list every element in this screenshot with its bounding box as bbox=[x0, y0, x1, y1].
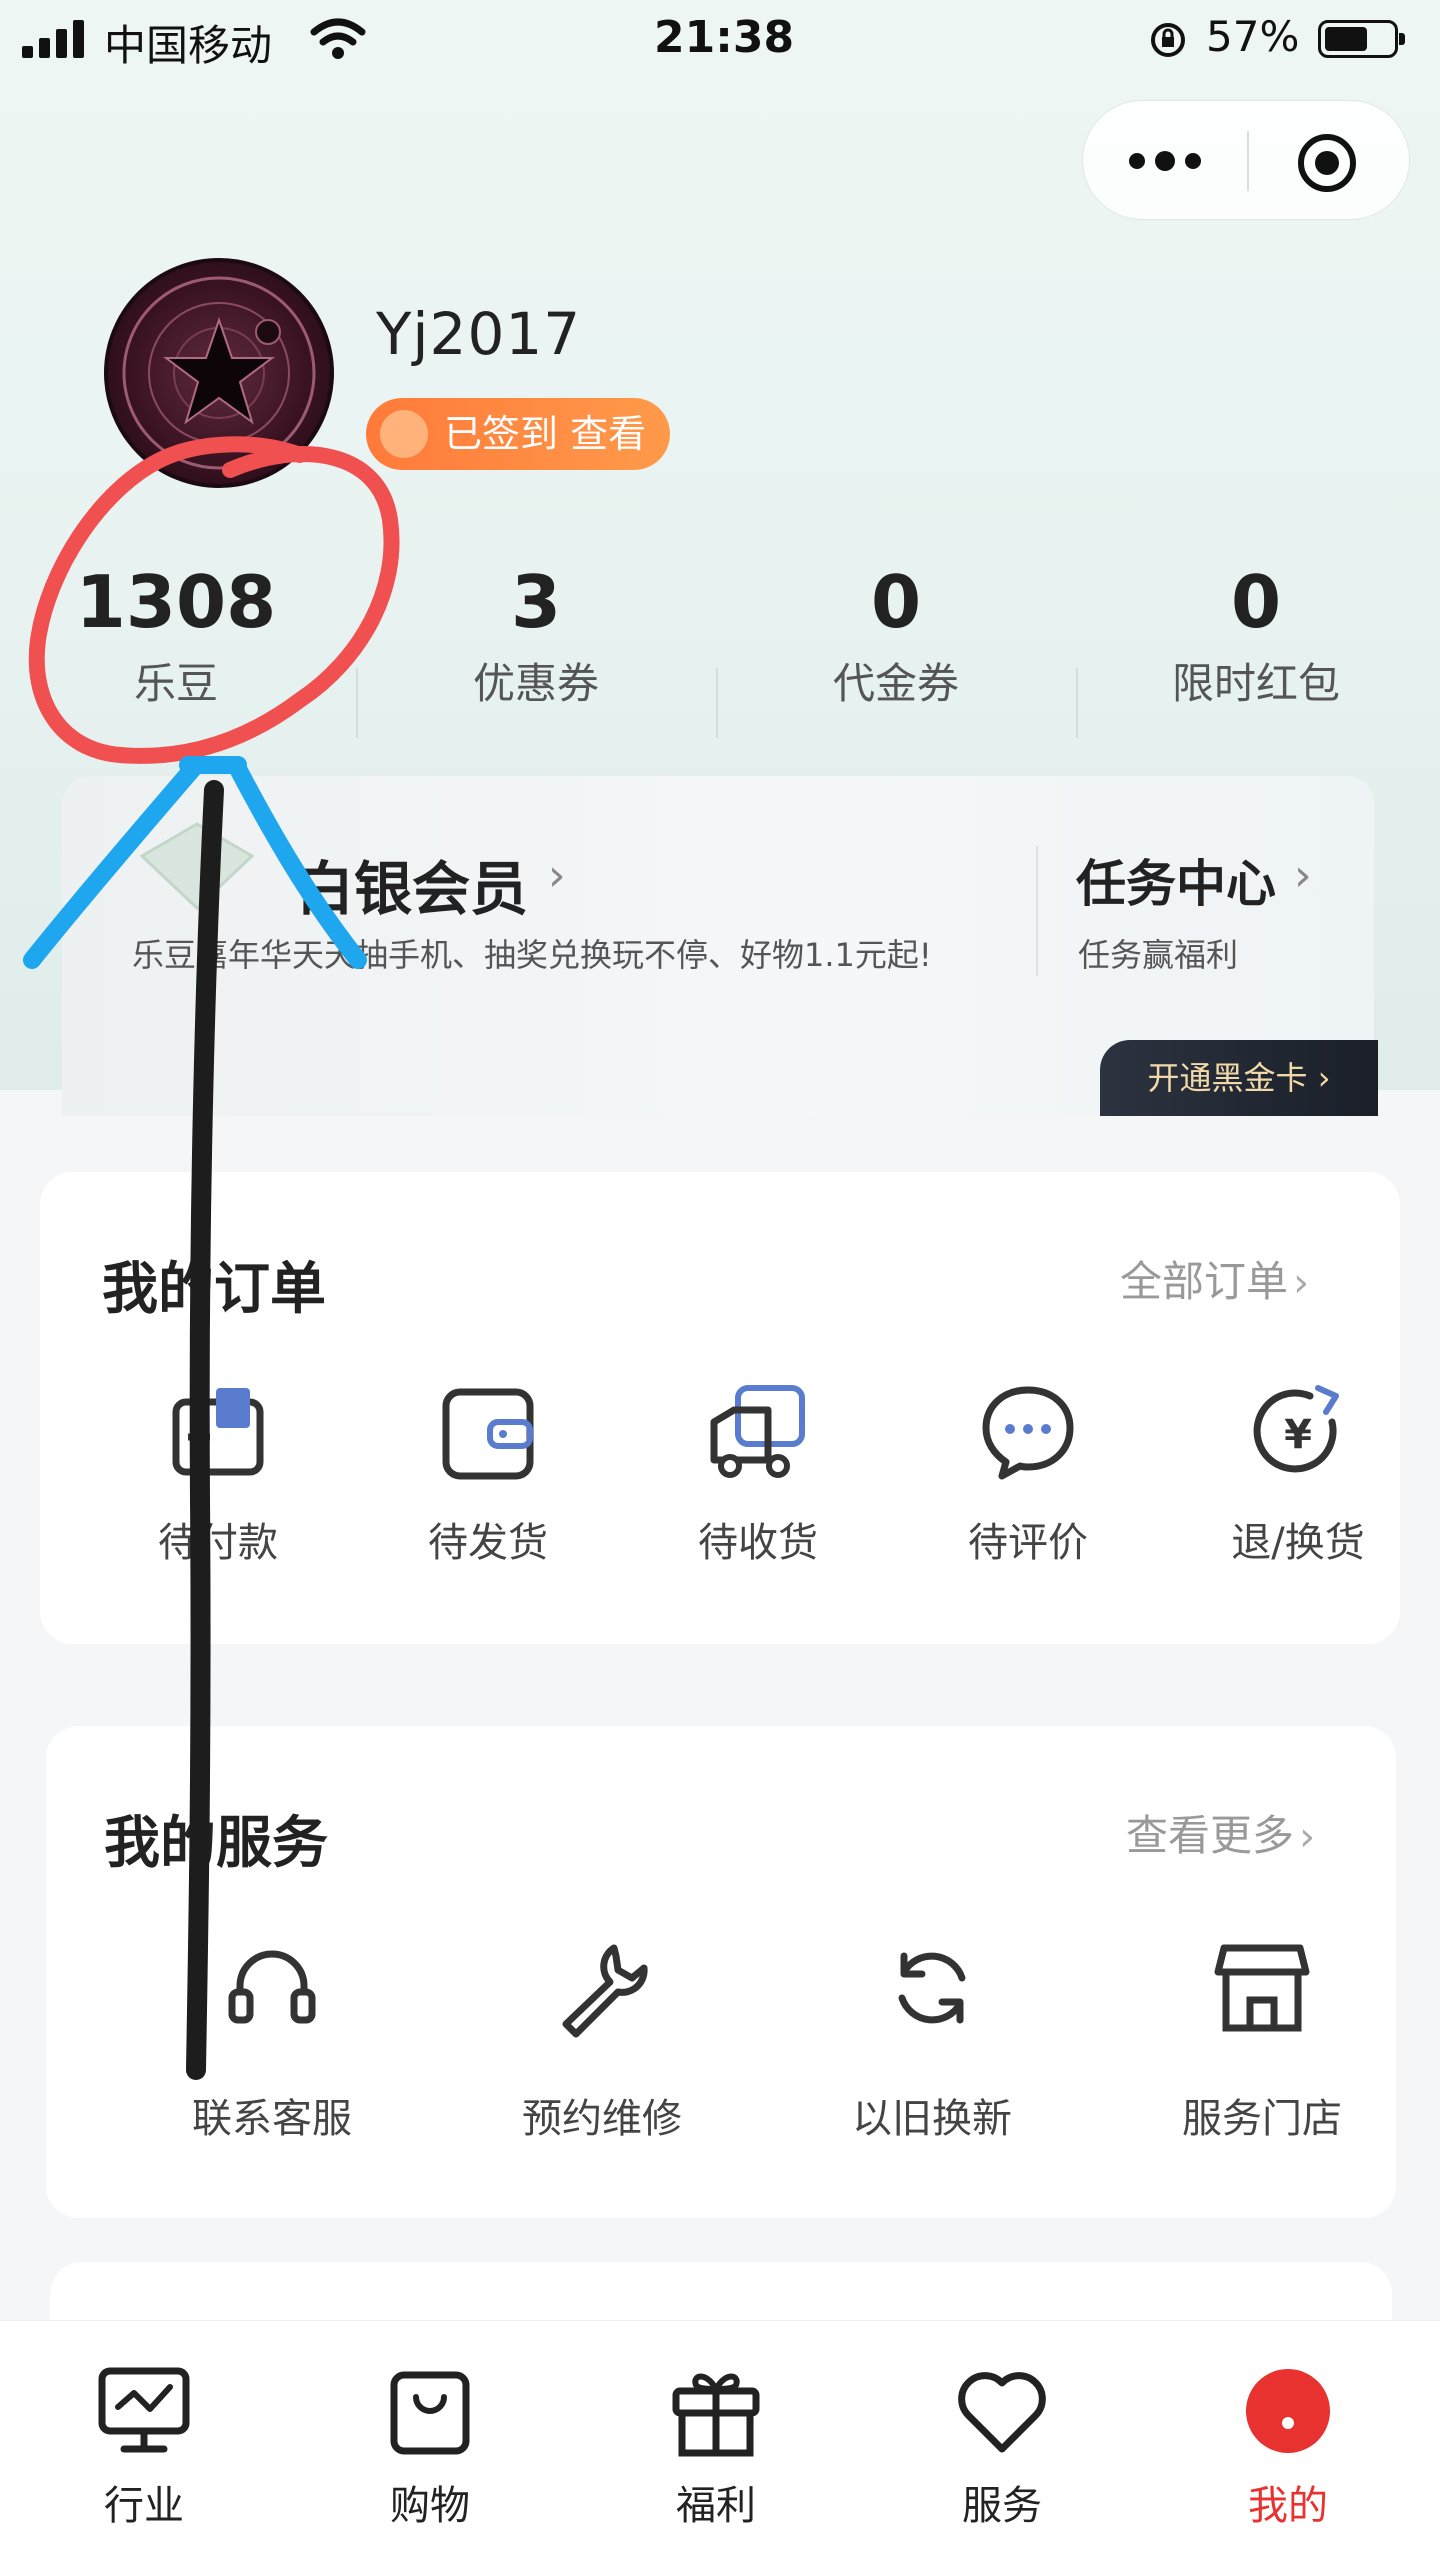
all-orders-label: 全部订单 bbox=[1120, 1257, 1289, 1306]
shopping-bag-icon bbox=[390, 2371, 470, 2455]
stat-label: 限时红包 bbox=[1171, 659, 1340, 708]
service-item-label: 服务门店 bbox=[1182, 2096, 1342, 2142]
tab-industry[interactable]: 行业 bbox=[44, 2361, 244, 2541]
signal-icon bbox=[22, 20, 84, 58]
delivery-truck-icon bbox=[710, 1385, 805, 1478]
magic-circle-icon bbox=[122, 276, 316, 470]
stat-label: 优惠券 bbox=[472, 659, 599, 708]
stat-value: 1308 bbox=[75, 560, 277, 644]
member-chevron-icon: › bbox=[548, 850, 566, 901]
miniprogram-capsule bbox=[1082, 100, 1410, 220]
member-badge-icon bbox=[139, 822, 255, 911]
carrier-name: 中国移动 bbox=[104, 21, 273, 70]
stat-coupons[interactable]: 3 优惠券 bbox=[386, 560, 686, 740]
avatar[interactable] bbox=[104, 258, 334, 488]
signin-label: 已签到 查看 bbox=[444, 412, 647, 456]
tab-label: 行业 bbox=[104, 2483, 184, 2529]
comment-icon bbox=[982, 1386, 1074, 1480]
svg-text:¥: ¥ bbox=[1284, 1412, 1312, 1458]
member-promo-text: 乐豆嘉年华天天抽手机、抽奖兑换玩不停、好物1.1元起! bbox=[132, 936, 932, 974]
tab-shopping[interactable]: 购物 bbox=[330, 2361, 530, 2541]
service-item-label: 预约维修 bbox=[522, 2096, 682, 2142]
order-item-label: 待发货 bbox=[428, 1520, 548, 1566]
tab-service[interactable]: 服务 bbox=[902, 2361, 1102, 2541]
status-bar: 中国移动 21:38 57% bbox=[0, 0, 1440, 80]
stat-divider bbox=[356, 668, 358, 738]
refresh-icon bbox=[898, 1952, 966, 2024]
chevron-right-icon: › bbox=[1299, 1814, 1316, 1860]
stat-value: 0 bbox=[870, 560, 922, 644]
order-item-label: 待收货 bbox=[698, 1520, 818, 1566]
orders-card: 我的订单 全部订单 › 待付款 待发货 待收货 待评价 ¥ 退/换货 bbox=[40, 1172, 1400, 1644]
tab-label: 购物 bbox=[390, 2483, 470, 2529]
tab-welfare[interactable]: 福利 bbox=[616, 2361, 816, 2541]
order-pending-review[interactable]: 待评价 bbox=[908, 1382, 1148, 1582]
service-stores[interactable]: 服务门店 bbox=[1142, 1938, 1382, 2158]
order-pending-payment[interactable]: 待付款 bbox=[98, 1382, 338, 1582]
stat-ledou[interactable]: 1308 乐豆 bbox=[26, 560, 326, 740]
stat-label: 代金券 bbox=[832, 659, 959, 708]
tab-mine[interactable]: 我的 bbox=[1188, 2361, 1388, 2541]
headset-icon bbox=[228, 1950, 316, 2024]
services-card: 我的服务 查看更多 › 联系客服 预约维修 以旧换新 服务门店 bbox=[46, 1726, 1396, 2218]
close-miniprogram-icon[interactable] bbox=[1295, 131, 1359, 195]
stat-label: 乐豆 bbox=[133, 659, 218, 708]
member-level-title[interactable]: 白银会员 bbox=[296, 842, 528, 926]
service-repair-booking[interactable]: 预约维修 bbox=[482, 1938, 722, 2158]
stat-divider bbox=[1076, 668, 1078, 738]
order-pending-receipt[interactable]: 待收货 bbox=[638, 1382, 878, 1582]
stat-value: 3 bbox=[510, 560, 562, 644]
order-item-label: 待评价 bbox=[968, 1520, 1088, 1566]
wallet-icon bbox=[442, 1388, 534, 1480]
monitor-chart-icon bbox=[98, 2367, 190, 2453]
black-card-label: 开通黑金卡 bbox=[1147, 1059, 1308, 1097]
heart-icon bbox=[958, 2372, 1046, 2453]
chevron-right-icon: › bbox=[1293, 1260, 1310, 1306]
calendar-icon bbox=[380, 410, 428, 458]
more-services-link[interactable]: 查看更多 › bbox=[1126, 1802, 1315, 1863]
wifi-icon bbox=[310, 18, 366, 59]
tab-label: 福利 bbox=[676, 2483, 756, 2529]
store-icon bbox=[1214, 1944, 1310, 2032]
rotation-lock-icon bbox=[1151, 23, 1185, 57]
all-orders-link[interactable]: 全部订单 › bbox=[1120, 1248, 1309, 1309]
battery-percent: 57% bbox=[1206, 12, 1300, 61]
tab-label: 我的 bbox=[1248, 2483, 1328, 2529]
battery-icon bbox=[1318, 20, 1405, 58]
order-item-label: 退/换货 bbox=[1231, 1520, 1365, 1566]
tab-label: 服务 bbox=[962, 2483, 1042, 2529]
member-divider bbox=[1036, 846, 1038, 976]
wallet-pay-icon bbox=[172, 1388, 264, 1476]
stat-divider bbox=[716, 668, 718, 738]
stat-red-packets[interactable]: 0 限时红包 bbox=[1106, 560, 1406, 740]
refund-yuan-icon: ¥ bbox=[1253, 1385, 1339, 1473]
capsule-divider bbox=[1247, 131, 1249, 191]
signin-badge[interactable]: 已签到 查看 bbox=[366, 398, 670, 470]
order-item-label: 待付款 bbox=[158, 1520, 278, 1566]
services-title: 我的服务 bbox=[104, 1811, 328, 1876]
clock: 21:38 bbox=[654, 12, 795, 63]
service-trade-in[interactable]: 以旧换新 bbox=[812, 1938, 1052, 2158]
black-card-chevron-icon: › bbox=[1317, 1059, 1331, 1097]
service-item-label: 联系客服 bbox=[192, 2096, 352, 2142]
black-gold-card-button[interactable]: 开通黑金卡 › bbox=[1100, 1040, 1378, 1116]
service-customer-support[interactable]: 联系客服 bbox=[152, 1938, 392, 2158]
stat-vouchers[interactable]: 0 代金券 bbox=[746, 560, 1046, 740]
order-return-exchange[interactable]: ¥ 退/换货 bbox=[1178, 1382, 1418, 1582]
more-services-label: 查看更多 bbox=[1126, 1811, 1295, 1860]
orders-title: 我的订单 bbox=[102, 1257, 326, 1322]
bottom-tab-bar: 行业 购物 福利 服务 我的 bbox=[0, 2320, 1440, 2561]
stat-value: 0 bbox=[1230, 560, 1282, 644]
gift-icon bbox=[672, 2373, 760, 2457]
profile-dot-icon bbox=[1246, 2369, 1330, 2453]
order-pending-shipment[interactable]: 待发货 bbox=[368, 1382, 608, 1582]
task-chevron-icon: › bbox=[1294, 850, 1312, 901]
wrench-icon bbox=[562, 1944, 648, 2038]
task-center-subtitle: 任务赢福利 bbox=[1078, 936, 1239, 974]
username: Yj2017 bbox=[376, 300, 582, 368]
task-center-title[interactable]: 任务中心 bbox=[1076, 844, 1276, 916]
more-menu-icon[interactable] bbox=[1127, 146, 1203, 176]
service-item-label: 以旧换新 bbox=[852, 2096, 1012, 2142]
